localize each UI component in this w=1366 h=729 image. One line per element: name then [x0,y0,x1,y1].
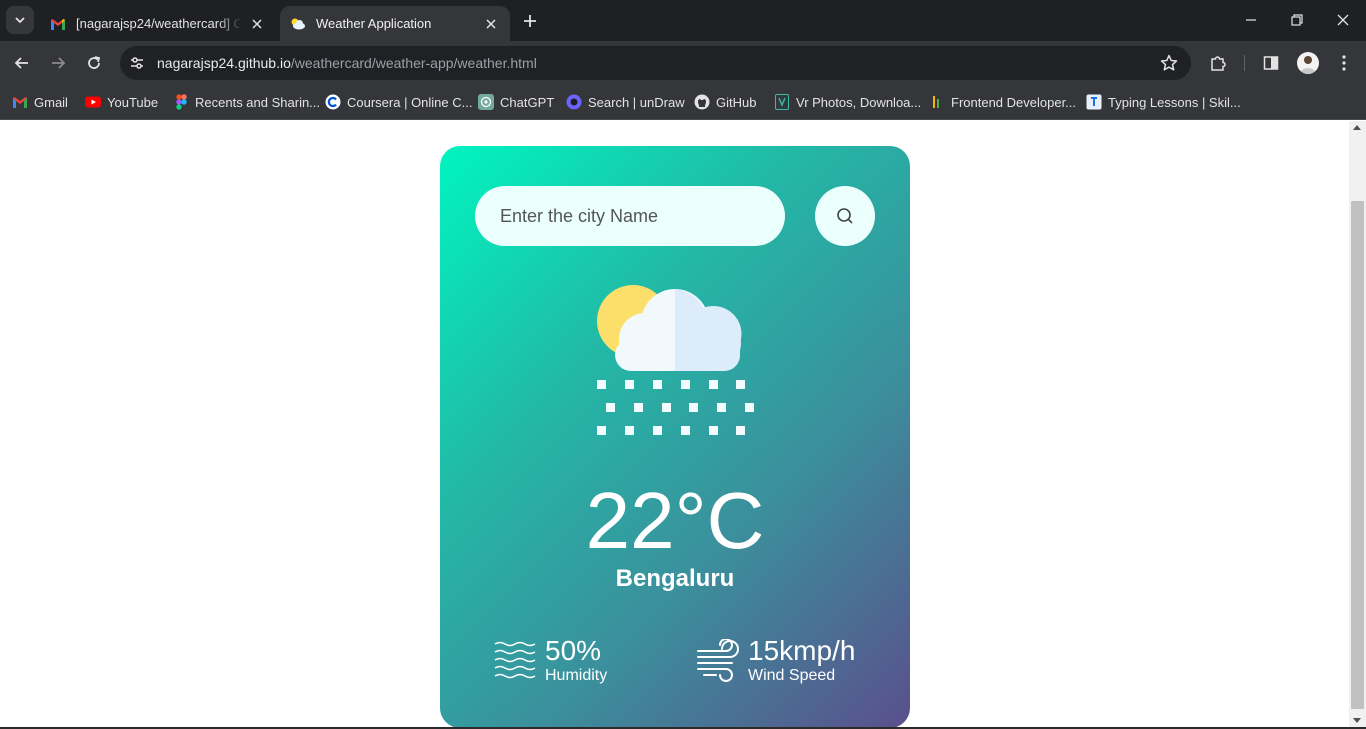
tab-weather-application[interactable]: Weather Application [280,6,510,41]
humidity-icon [494,641,536,679]
tab-github[interactable]: [nagarajsp24/weathercard] Ope [40,6,276,41]
city-search-input[interactable] [475,186,785,246]
bookmark-label: Typing Lessons | Skil... [1108,94,1241,110]
url-path: /weathercard/weather-app/weather.html [290,55,537,71]
site-info-button[interactable] [122,48,152,78]
side-panel-button[interactable] [1257,49,1285,77]
close-icon [1337,14,1349,26]
back-button[interactable] [8,49,36,77]
star-icon [1160,54,1178,71]
github-icon [694,94,710,110]
bookmark-github[interactable]: GitHub [694,92,756,112]
bookmark-label: ChatGPT [500,94,555,110]
bookmark-label: Gmail [34,94,68,110]
arrow-right-icon [52,57,66,69]
humidity-value: 50% [545,635,602,666]
page-scrollbar[interactable] [1349,121,1366,727]
reload-button[interactable] [80,49,108,77]
humidity-label: Humidity [545,667,608,684]
page-viewport: 22°C Bengaluru 50% Humidity [0,121,1366,727]
close-icon[interactable] [482,15,500,33]
side-panel-icon [1263,56,1279,70]
menu-button[interactable] [1330,49,1358,77]
weather-card: 22°C Bengaluru 50% Humidity [440,146,910,727]
wind-value: 15kmp/h [748,635,856,666]
undraw-icon [566,94,582,110]
url-text: nagarajsp24.github.io/weathercard/weathe… [157,55,537,71]
browser-toolbar: nagarajsp24.github.io/weathercard/weathe… [0,41,1366,84]
humidity-text: 50% Humidity [545,636,607,686]
restore-icon [1291,14,1303,26]
bookmark-label: YouTube [107,94,159,110]
coursera-icon [325,94,341,110]
temperature: 22°C [585,476,765,565]
bookmark-label: GitHub [716,94,757,110]
chevron-down-icon [15,17,25,24]
arrow-left-icon [14,57,28,69]
humidity-detail: 50% Humidity [493,636,607,686]
scroll-down-arrow-icon[interactable] [1353,718,1361,723]
tab-strip: [nagarajsp24/weathercard] Ope Weather Ap… [0,0,1366,41]
bookmark-figma[interactable]: Recents and Sharin... [173,92,320,112]
forward-button[interactable] [44,49,72,77]
chatgpt-icon [478,94,494,110]
puzzle-icon [1211,56,1226,71]
bookmark-chatgpt[interactable]: ChatGPT [478,92,554,112]
bookmark-frontend-developer[interactable]: Frontend Developer... [929,92,1076,112]
bookmark-gmail[interactable]: Gmail [12,92,68,112]
wind-detail: 15kmp/h Wind Speed [696,636,855,686]
toolbar-divider [1244,55,1245,71]
reload-icon [88,56,101,69]
search-icon [837,208,853,224]
restore-button[interactable] [1284,8,1310,32]
bookmark-label: Recents and Sharin... [195,94,321,110]
tab-search-button[interactable] [6,6,34,34]
bookmark-star-button[interactable] [1159,53,1179,73]
figma-icon [173,94,189,110]
scroll-up-arrow-icon[interactable] [1353,125,1361,130]
bookmark-label: Vr Photos, Downloa... [796,94,922,110]
more-vertical-icon [1342,55,1346,71]
bookmark-label: Search | unDraw [588,94,685,110]
bookmark-coursera[interactable]: Coursera | Online C... [325,92,472,112]
extensions-button[interactable] [1204,49,1232,77]
bookmark-typing-lessons[interactable]: Typing Lessons | Skil... [1086,92,1241,112]
address-bar[interactable]: nagarajsp24.github.io/weathercard/weathe… [120,46,1191,80]
plus-icon [524,15,536,27]
avatar-icon [1300,56,1316,74]
minimize-icon [1246,19,1256,21]
wind-icon [697,639,739,682]
close-icon[interactable] [248,15,266,33]
gmail-icon [12,94,28,110]
city-name: Bengaluru [615,565,735,592]
snow-icon [597,285,754,435]
new-tab-button[interactable] [518,9,542,33]
bookmark-vr-photos[interactable]: Vr Photos, Downloa... [774,92,921,112]
wind-text: 15kmp/h Wind Speed [748,636,855,686]
photos-icon [774,94,790,110]
gmail-icon [50,16,66,32]
search-button[interactable] [815,186,875,246]
bookmark-undraw[interactable]: Search | unDraw [566,92,685,112]
scroll-thumb[interactable] [1351,201,1364,709]
close-window-button[interactable] [1330,8,1356,32]
typing-icon [1086,94,1102,110]
bookmark-label: Coursera | Online C... [347,94,473,110]
bookmark-label: Frontend Developer... [951,94,1077,110]
tab-title: [nagarajsp24/weathercard] Ope [76,16,242,31]
frontend-icon [929,94,945,110]
wind-label: Wind Speed [748,667,836,684]
url-domain: nagarajsp24.github.io [157,55,291,71]
bookmark-youtube[interactable]: YouTube [85,92,158,112]
snowflakes [597,380,754,435]
weather-icon [290,16,306,32]
tab-title: Weather Application [316,16,432,31]
profile-avatar[interactable] [1297,52,1319,74]
youtube-icon [85,94,101,110]
bookmarks-bar: Gmail YouTube Recents and Sharin... Cour… [0,84,1366,120]
tune-icon [131,57,143,69]
minimize-button[interactable] [1238,8,1264,32]
